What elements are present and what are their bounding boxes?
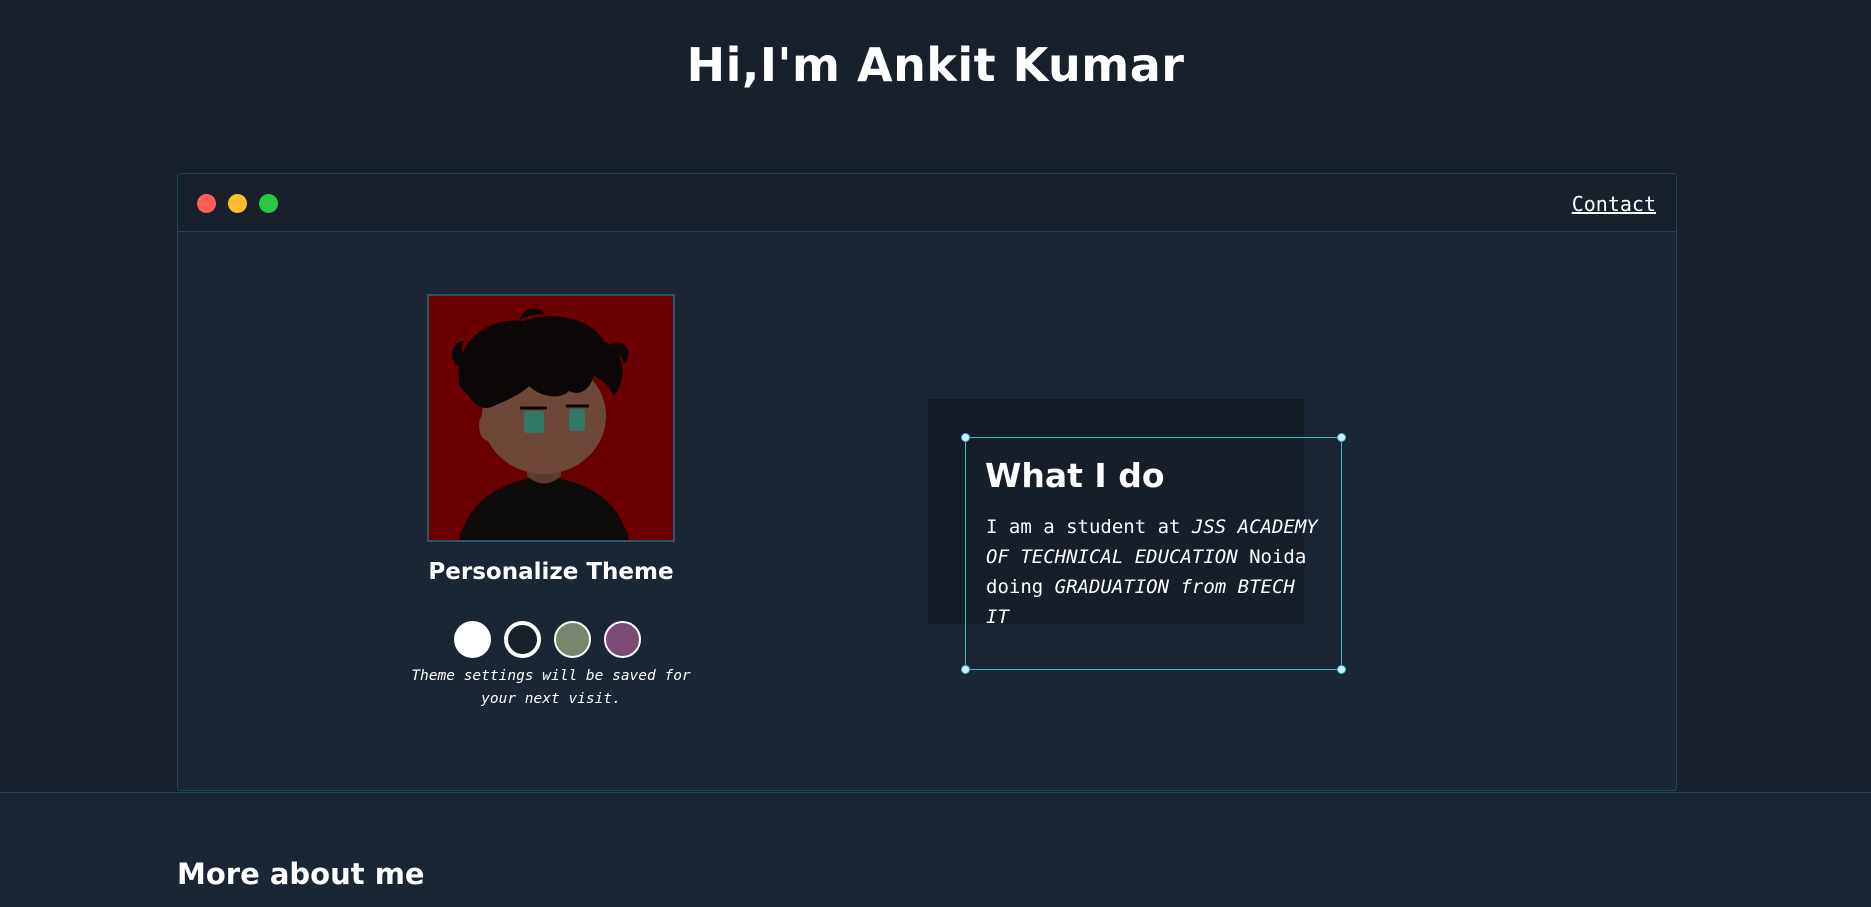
page-title: Hi,I'm Ankit Kumar (686, 38, 1185, 92)
what-i-do-title: What I do (985, 456, 1165, 495)
what-i-do-text: I am a student at JSS ACADEMY OF TECHNIC… (986, 512, 1326, 632)
what-i-do-card: What I do I am a student at JSS ACADEMY … (961, 433, 1346, 674)
theme-swatch-purple[interactable] (604, 621, 641, 658)
personalize-theme-title: Personalize Theme (428, 559, 674, 585)
resize-handle-top-right[interactable] (1337, 433, 1346, 442)
minimize-dot-icon[interactable] (228, 194, 247, 213)
text-plain-1: I am a student at (986, 516, 1192, 538)
theme-swatch-green[interactable] (554, 621, 591, 658)
more-about-title: More about me (177, 857, 425, 891)
theme-swatch-dark[interactable] (504, 621, 541, 658)
contact-link[interactable]: Contact (1572, 192, 1656, 216)
avatar-illustration-icon (429, 296, 673, 540)
window-frame: Contact Personalize Theme Theme settings… (177, 173, 1677, 791)
resize-handle-bottom-right[interactable] (1337, 665, 1346, 674)
more-about-section: More about me (0, 792, 1871, 907)
resize-handle-top-left[interactable] (961, 433, 970, 442)
theme-note: Theme settings will be saved for your ne… (411, 668, 691, 707)
avatar (427, 294, 675, 542)
maximize-dot-icon[interactable] (259, 194, 278, 213)
close-dot-icon[interactable] (197, 194, 216, 213)
resize-handle-bottom-left[interactable] (961, 665, 970, 674)
window-titlebar: Contact (178, 174, 1676, 232)
theme-swatch-light[interactable] (454, 621, 491, 658)
